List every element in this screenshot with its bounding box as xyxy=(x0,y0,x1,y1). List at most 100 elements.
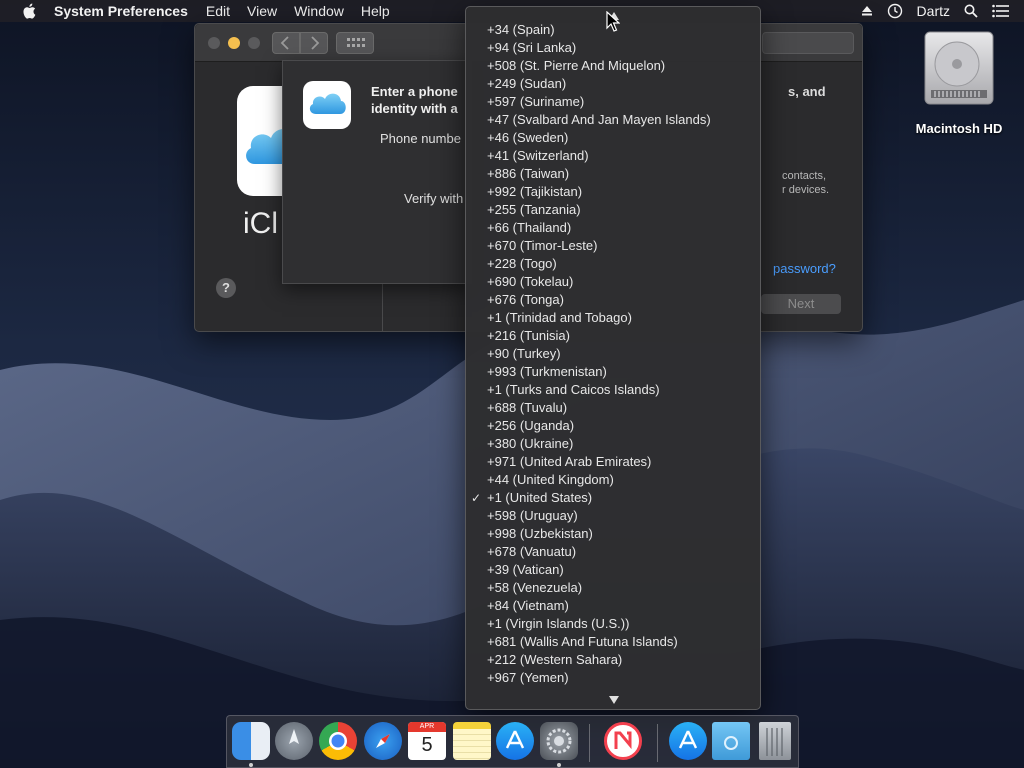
country-code-item[interactable]: +688 (Tuvalu) xyxy=(466,399,760,417)
desktop-icon-macintosh-hd[interactable]: Macintosh HD xyxy=(908,30,1010,136)
running-indicator xyxy=(557,763,561,767)
chevron-right-icon xyxy=(311,36,320,50)
forgot-password-link[interactable]: password? xyxy=(773,261,836,276)
trash-icon[interactable] xyxy=(759,722,791,760)
country-code-label: +1 (Trinidad and Tobago) xyxy=(487,310,632,325)
app-store-icon[interactable] xyxy=(496,722,534,760)
scroll-down-arrow-icon[interactable] xyxy=(608,695,620,705)
country-code-item[interactable]: +676 (Tonga) xyxy=(466,291,760,309)
country-code-label: +58 (Venezuela) xyxy=(487,580,583,595)
news-icon[interactable] xyxy=(604,722,642,760)
country-code-list: +34 (Spain) +94 (Sri Lanka) +508 (St. Pier… xyxy=(466,21,760,687)
calendar-icon[interactable]: APR 5 xyxy=(408,722,446,760)
menu-help[interactable]: Help xyxy=(361,3,390,19)
country-code-item[interactable]: +249 (Sudan) xyxy=(466,75,760,93)
pane-title: iCl xyxy=(243,207,278,240)
country-code-item[interactable]: +58 (Venezuela) xyxy=(466,579,760,597)
country-code-item[interactable]: +598 (Uruguay) xyxy=(466,507,760,525)
country-code-item[interactable]: +228 (Togo) xyxy=(466,255,760,273)
menu-view[interactable]: View xyxy=(247,3,277,19)
country-code-label: +41 (Switzerland) xyxy=(487,148,589,163)
country-code-item[interactable]: +508 (St. Pierre And Miquelon) xyxy=(466,57,760,75)
phone-number-label: Phone numbe xyxy=(380,131,461,146)
country-code-item[interactable]: +971 (United Arab Emirates) xyxy=(466,453,760,471)
country-code-label: +44 (United Kingdom) xyxy=(487,472,614,487)
menu-window[interactable]: Window xyxy=(294,3,344,19)
country-code-item[interactable]: +690 (Tokelau) xyxy=(466,273,760,291)
menu-app-name[interactable]: System Preferences xyxy=(54,3,188,19)
system-preferences-icon[interactable] xyxy=(540,722,578,760)
country-code-item[interactable]: +256 (Uganda) xyxy=(466,417,760,435)
country-code-item[interactable]: +678 (Vanuatu) xyxy=(466,543,760,561)
app-store-downloads-icon[interactable] xyxy=(669,722,707,760)
country-code-label: +66 (Thailand) xyxy=(487,220,572,235)
country-code-item[interactable]: +66 (Thailand) xyxy=(466,219,760,237)
country-code-label: +598 (Uruguay) xyxy=(487,508,578,523)
search-icon[interactable] xyxy=(964,4,978,18)
show-all-button[interactable] xyxy=(336,32,374,54)
calendar-day: 5 xyxy=(421,734,433,756)
country-code-item[interactable]: +44 (United Kingdom) xyxy=(466,471,760,489)
country-code-item[interactable]: +90 (Turkey) xyxy=(466,345,760,363)
country-code-label: +508 (St. Pierre And Miquelon) xyxy=(487,58,666,73)
country-code-item[interactable]: +967 (Yemen) xyxy=(466,669,760,687)
country-code-label: +47 (Svalbard And Jan Mayen Islands) xyxy=(487,112,711,127)
country-code-label: +998 (Uzbekistan) xyxy=(487,526,593,541)
sheet-title: Enter a phone identity with a xyxy=(371,83,458,117)
country-code-item[interactable]: ✓ +1 (United States) xyxy=(466,489,760,507)
country-code-item[interactable]: +46 (Sweden) xyxy=(466,129,760,147)
apple-logo-icon[interactable] xyxy=(22,3,36,19)
close-button[interactable] xyxy=(208,37,220,49)
country-code-item[interactable]: +255 (Tanzania) xyxy=(466,201,760,219)
time-machine-icon[interactable] xyxy=(887,3,903,19)
country-code-label: +676 (Tonga) xyxy=(487,292,564,307)
menu-edit[interactable]: Edit xyxy=(206,3,230,19)
country-code-item[interactable]: +1 (Trinidad and Tobago) xyxy=(466,309,760,327)
country-code-item[interactable]: +39 (Vatican) xyxy=(466,561,760,579)
country-code-item[interactable]: +1 (Virgin Islands (U.S.)) xyxy=(466,615,760,633)
country-code-item[interactable]: +84 (Vietnam) xyxy=(466,597,760,615)
downloads-folder-icon[interactable] xyxy=(712,722,750,760)
safari-icon[interactable] xyxy=(364,722,402,760)
country-code-item[interactable]: +1 (Turks and Caicos Islands) xyxy=(466,381,760,399)
country-code-item[interactable]: +47 (Svalbard And Jan Mayen Islands) xyxy=(466,111,760,129)
country-code-item[interactable]: +670 (Timor-Leste) xyxy=(466,237,760,255)
country-code-item[interactable]: +992 (Tajikistan) xyxy=(466,183,760,201)
chrome-icon[interactable] xyxy=(319,722,357,760)
country-code-label: +886 (Taiwan) xyxy=(487,166,570,181)
country-code-item[interactable]: +886 (Taiwan) xyxy=(466,165,760,183)
country-code-label: +992 (Tajikistan) xyxy=(487,184,583,199)
country-code-item[interactable]: +94 (Sri Lanka) xyxy=(466,39,760,57)
menu-user-name[interactable]: Dartz xyxy=(917,3,950,19)
country-code-label: +255 (Tanzania) xyxy=(487,202,581,217)
country-code-item[interactable]: +216 (Tunisia) xyxy=(466,327,760,345)
country-code-popup-menu[interactable]: +34 (Spain) +94 (Sri Lanka) +508 (St. Pier… xyxy=(465,6,761,710)
notification-list-icon[interactable] xyxy=(992,4,1010,18)
country-code-item[interactable]: +681 (Wallis And Futuna Islands) xyxy=(466,633,760,651)
country-code-item[interactable]: +597 (Suriname) xyxy=(466,93,760,111)
desktop-icon-label: Macintosh HD xyxy=(915,121,1003,136)
notes-icon[interactable] xyxy=(453,722,491,760)
country-code-label: +39 (Vatican) xyxy=(487,562,564,577)
country-code-item[interactable]: +41 (Switzerland) xyxy=(466,147,760,165)
checkmark-icon: ✓ xyxy=(471,491,482,505)
calendar-month: APR xyxy=(408,722,446,732)
country-code-item[interactable]: +212 (Western Sahara) xyxy=(466,651,760,669)
country-code-label: +1 (United States) xyxy=(487,490,593,505)
back-button[interactable] xyxy=(272,32,300,54)
description-detail: contacts, r devices. xyxy=(782,169,829,197)
help-button[interactable]: ? xyxy=(216,278,236,298)
country-code-item[interactable]: +380 (Ukraine) xyxy=(466,435,760,453)
country-code-item[interactable]: +993 (Turkmenistan) xyxy=(466,363,760,381)
minimize-button[interactable] xyxy=(228,37,240,49)
search-field[interactable] xyxy=(762,32,854,54)
forward-button[interactable] xyxy=(300,32,328,54)
divider xyxy=(382,284,383,332)
country-code-item[interactable]: +998 (Uzbekistan) xyxy=(466,525,760,543)
country-code-label: +597 (Suriname) xyxy=(487,94,585,109)
eject-icon[interactable] xyxy=(861,5,873,17)
finder-icon[interactable] xyxy=(232,722,270,760)
launchpad-icon[interactable] xyxy=(275,722,313,760)
next-button[interactable]: Next xyxy=(761,294,841,314)
zoom-button[interactable] xyxy=(248,37,260,49)
